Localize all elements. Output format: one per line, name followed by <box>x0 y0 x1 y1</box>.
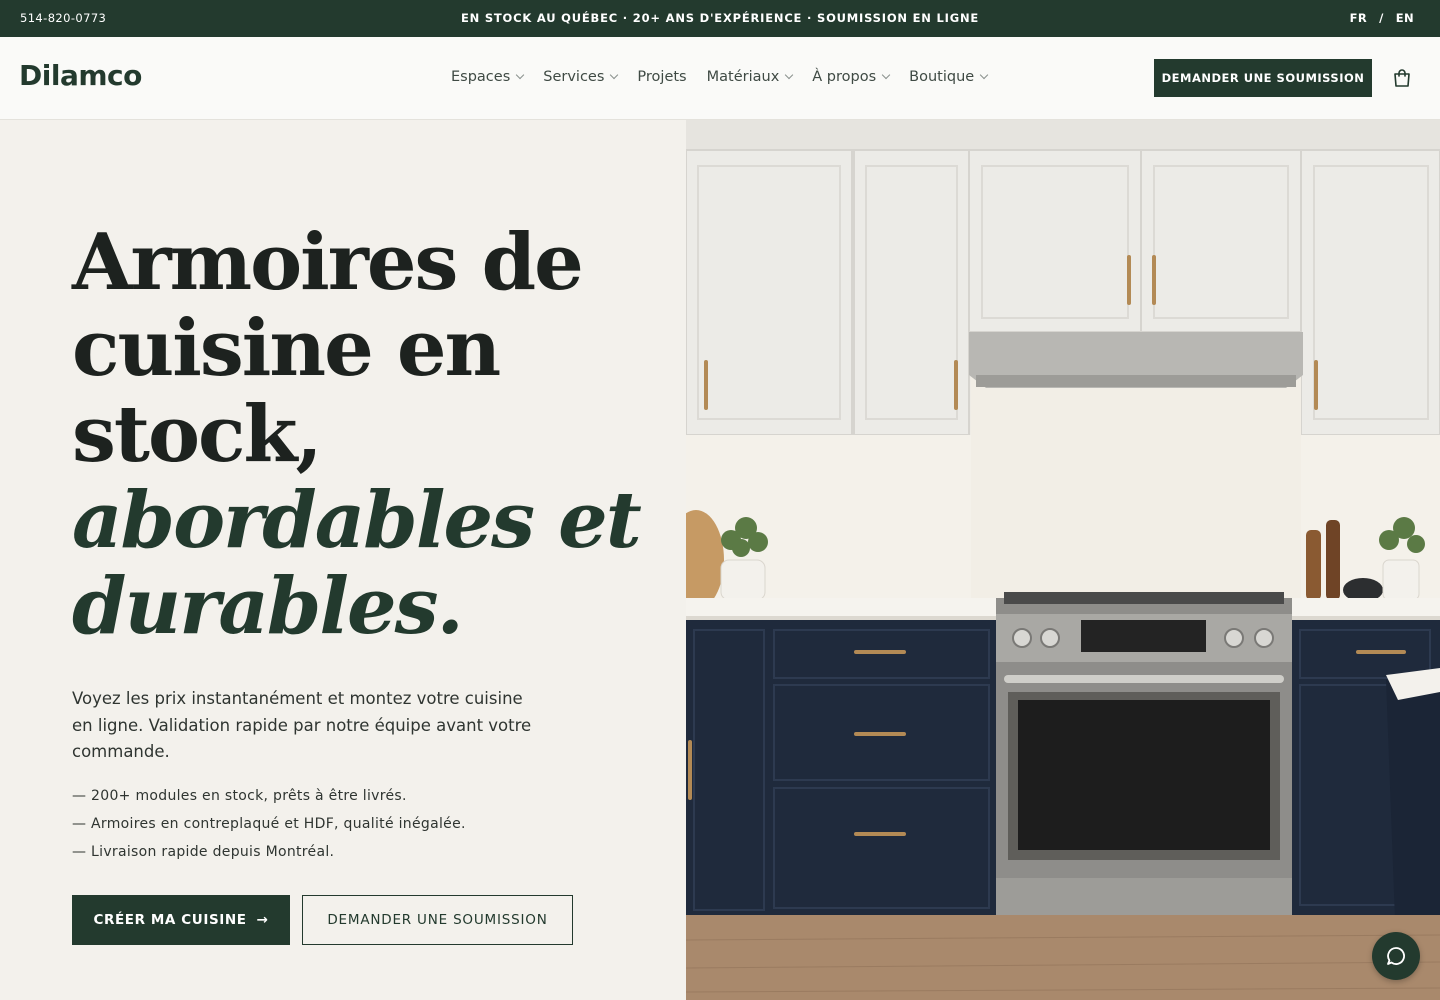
create-kitchen-button[interactable]: CRÉER MA CUISINE → <box>72 895 290 945</box>
hero-headline: Armoires de cuisine en stock, abordables… <box>72 220 672 650</box>
request-quote-button[interactable]: DEMANDER UNE SOUMISSION <box>1154 59 1372 97</box>
nav-label: Services <box>543 69 605 85</box>
chevron-down-icon <box>516 70 525 80</box>
nav-item-projets[interactable]: Projets <box>637 69 686 85</box>
nav-label: Boutique <box>909 69 975 85</box>
nav-label: Projets <box>637 69 687 85</box>
nav-item-boutique[interactable]: Boutique <box>909 69 989 85</box>
nav-item-a-propos[interactable]: À propos <box>812 69 891 85</box>
lang-en-link[interactable]: EN <box>1396 11 1414 25</box>
nav-item-services[interactable]: Services <box>543 69 619 85</box>
shopping-bag-icon[interactable] <box>1391 67 1413 89</box>
main-nav: Espaces Services Projets Matériaux À pro… <box>451 69 989 85</box>
arrow-right-icon: → <box>256 912 269 928</box>
headline-line: stock, <box>72 389 323 480</box>
bullet-item: — Armoires en contreplaqué et HDF, quali… <box>72 816 466 832</box>
chevron-down-icon <box>610 70 619 80</box>
lang-fr-link[interactable]: FR <box>1350 11 1368 25</box>
kitchen-hero-image <box>686 120 1440 1000</box>
chat-bubble-icon[interactable] <box>1372 932 1420 980</box>
nav-label: À propos <box>812 69 877 85</box>
bullet-item: — 200+ modules en stock, prêts à être li… <box>72 788 407 804</box>
chevron-down-icon <box>881 70 891 80</box>
nav-item-materiaux[interactable]: Matériaux <box>706 69 794 85</box>
hero-bullets: — 200+ modules en stock, prêts à être li… <box>72 788 466 872</box>
hero-text-panel: Armoires de cuisine en stock, abordables… <box>0 120 686 1000</box>
announcement-text: EN STOCK AU QUÉBEC · 20+ ANS D'EXPÉRIENC… <box>460 11 980 25</box>
nav-label: Matériaux <box>706 69 780 85</box>
chevron-down-icon <box>979 70 989 80</box>
lang-separator: / <box>1379 11 1384 25</box>
request-quote-secondary-button[interactable]: DEMANDER UNE SOUMISSION <box>302 895 573 945</box>
nav-label: Espaces <box>451 69 511 85</box>
bullet-item: — Livraison rapide depuis Montréal. <box>72 844 335 860</box>
hero-subtitle: Voyez les prix instantanément et montez … <box>72 689 532 761</box>
button-label: CRÉER MA CUISINE <box>93 912 247 928</box>
language-switcher: FR / EN <box>1350 11 1414 25</box>
logo[interactable]: Dilamco <box>19 59 142 92</box>
headline-italic-line: durables. <box>72 561 464 652</box>
nav-item-espaces[interactable]: Espaces <box>451 69 525 85</box>
headline-line: Armoires de <box>72 217 584 308</box>
announcement-bar: 514-820-0773 EN STOCK AU QUÉBEC · 20+ AN… <box>0 0 1440 37</box>
chevron-down-icon <box>785 70 794 80</box>
headline-italic-line: abordables et <box>72 475 642 566</box>
headline-line: cuisine en <box>72 303 501 394</box>
site-header: Dilamco Espaces Services Projets Matéria… <box>0 37 1440 120</box>
